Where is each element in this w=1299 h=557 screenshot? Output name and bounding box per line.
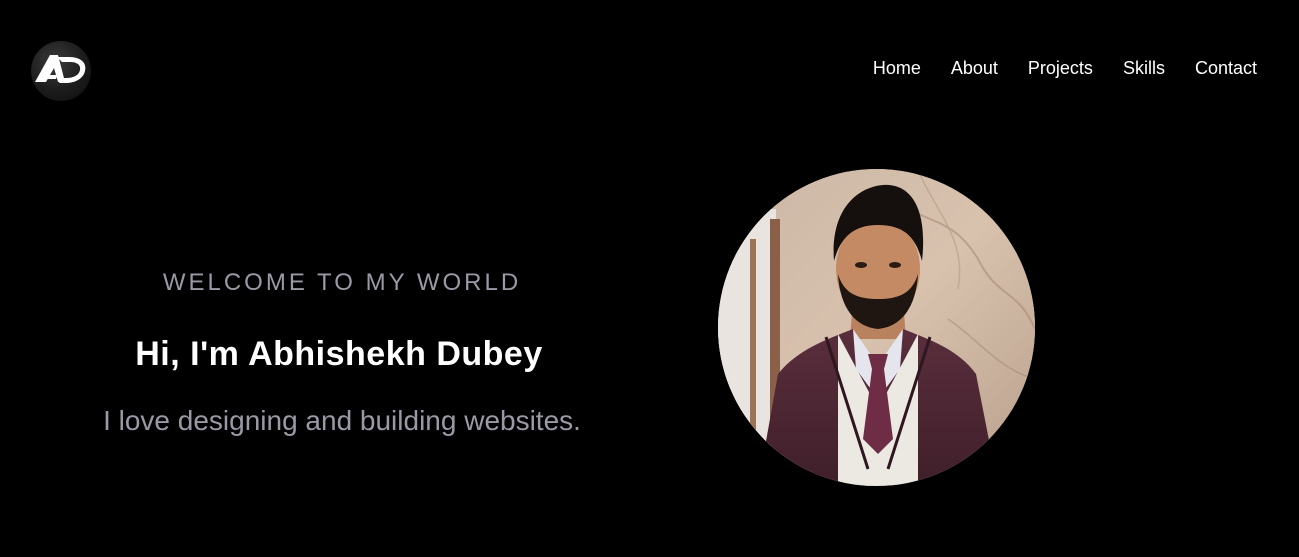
ad-monogram-graphic [35, 55, 86, 83]
hero-eyebrow: WELCOME TO MY WORLD [162, 269, 522, 296]
main-nav: Home About Projects Skills Contact [843, 58, 1257, 78]
nav-link-about[interactable]: About [951, 58, 998, 78]
hero-headline: Hi, I'm Abhishekh Dubey [135, 335, 543, 373]
nav-link-projects[interactable]: Projects [1028, 58, 1093, 78]
page: Home About Projects Skills Contact WELCO… [0, 0, 1299, 557]
nav-link-contact[interactable]: Contact [1195, 58, 1257, 78]
profile-photo-illustration [718, 169, 1035, 486]
hero-text: WELCOME TO MY WORLD Hi, I'm Abhishekh Du… [0, 265, 684, 438]
profile-photo [718, 169, 1035, 486]
nav-link-home[interactable]: Home [873, 58, 921, 78]
hero-tagline: I love designing and building websites. [103, 405, 581, 436]
nav-link-skills[interactable]: Skills [1123, 58, 1165, 78]
ad-logo-icon[interactable] [31, 41, 91, 101]
